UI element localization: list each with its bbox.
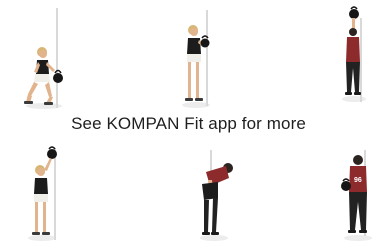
kettlebell-hold-figure <box>182 10 210 108</box>
kettlebell-squat-figure <box>24 8 63 109</box>
kettlebell-swing-figure <box>200 150 233 241</box>
promo-caption: See KOMPAN Fit app for more <box>71 114 306 133</box>
kettlebell-press-figure <box>28 146 57 241</box>
kettlebell-carry-figure: 96 <box>341 150 372 241</box>
exercise-illustration-panel: See KOMPAN Fit app for more 96 <box>0 0 377 243</box>
svg-text:96: 96 <box>354 177 362 184</box>
kettlebell-overhead-figure <box>342 6 366 102</box>
